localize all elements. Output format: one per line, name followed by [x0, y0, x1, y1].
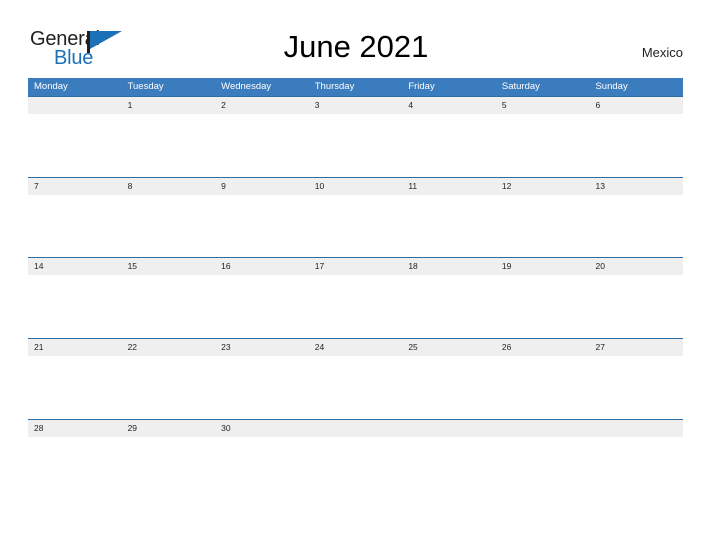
weekday-header-row: Monday Tuesday Wednesday Thursday Friday…	[28, 78, 683, 96]
week-note-area	[28, 275, 683, 339]
weekday-header-sunday: Sunday	[595, 81, 628, 92]
day-number[interactable]: 21	[28, 339, 122, 356]
week-row: 28 29 30	[28, 418, 683, 500]
day-note-cell[interactable]	[589, 195, 683, 258]
week-date-strip: 1 2 3 4 5 6	[28, 97, 683, 114]
day-note-cell[interactable]	[402, 356, 496, 419]
day-note-cell[interactable]	[215, 275, 309, 338]
day-note-cell[interactable]	[309, 356, 403, 419]
day-note-cell[interactable]	[122, 275, 216, 338]
weekday-header-monday: Monday	[34, 81, 68, 92]
day-number[interactable]: 26	[496, 339, 590, 356]
day-number[interactable]: 3	[309, 97, 403, 114]
day-note-cell[interactable]	[122, 195, 216, 258]
day-number[interactable]: 5	[496, 97, 590, 114]
day-number[interactable]: 23	[215, 339, 309, 356]
day-note-cell[interactable]	[28, 356, 122, 419]
day-note-cell[interactable]	[402, 275, 496, 338]
day-number[interactable]	[589, 420, 683, 437]
day-number[interactable]: 27	[589, 339, 683, 356]
day-note-cell[interactable]	[496, 437, 590, 500]
day-note-cell[interactable]	[589, 114, 683, 177]
day-note-cell[interactable]	[122, 437, 216, 500]
week-row: 14 15 16 17 18 19 20	[28, 257, 683, 339]
day-number[interactable]: 4	[402, 97, 496, 114]
calendar-grid: Monday Tuesday Wednesday Thursday Friday…	[28, 78, 683, 500]
day-number[interactable]: 7	[28, 178, 122, 195]
day-number[interactable]: 24	[309, 339, 403, 356]
day-number[interactable]: 1	[122, 97, 216, 114]
day-note-cell[interactable]	[402, 437, 496, 500]
day-note-cell[interactable]	[309, 275, 403, 338]
week-row: 1 2 3 4 5 6	[28, 96, 683, 177]
day-number[interactable]	[309, 420, 403, 437]
day-note-cell[interactable]	[402, 195, 496, 258]
weekday-header-tuesday: Tuesday	[127, 81, 164, 92]
week-note-area	[28, 356, 683, 420]
day-number[interactable]	[402, 420, 496, 437]
day-number[interactable]: 25	[402, 339, 496, 356]
day-number[interactable]: 15	[122, 258, 216, 275]
day-note-cell[interactable]	[496, 195, 590, 258]
day-note-cell[interactable]	[309, 195, 403, 258]
day-note-cell[interactable]	[589, 356, 683, 419]
week-date-strip: 21 22 23 24 25 26 27	[28, 339, 683, 357]
day-number[interactable]: 12	[496, 178, 590, 195]
week-note-area	[28, 114, 683, 177]
weekday-header-thursday: Thursday	[314, 81, 355, 92]
day-number[interactable]: 18	[402, 258, 496, 275]
weekday-header-friday: Friday	[408, 81, 435, 92]
day-note-cell[interactable]	[122, 356, 216, 419]
day-note-cell[interactable]	[402, 114, 496, 177]
day-number[interactable]: 17	[309, 258, 403, 275]
day-number[interactable]: 16	[215, 258, 309, 275]
day-number[interactable]: 14	[28, 258, 122, 275]
day-note-cell[interactable]	[309, 114, 403, 177]
week-date-strip: 14 15 16 17 18 19 20	[28, 258, 683, 276]
day-note-cell[interactable]	[122, 114, 216, 177]
day-number[interactable]: 13	[589, 178, 683, 195]
day-number[interactable]: 8	[122, 178, 216, 195]
weekday-header-wednesday: Wednesday	[221, 81, 272, 92]
day-note-cell[interactable]	[589, 275, 683, 338]
day-note-cell[interactable]	[28, 437, 122, 500]
day-number[interactable]: 30	[215, 420, 309, 437]
day-note-cell[interactable]	[309, 437, 403, 500]
day-number[interactable]: 29	[122, 420, 216, 437]
day-note-cell[interactable]	[589, 437, 683, 500]
week-date-strip: 7 8 9 10 11 12 13	[28, 177, 683, 195]
week-row: 21 22 23 24 25 26 27	[28, 338, 683, 420]
day-number[interactable]: 11	[402, 178, 496, 195]
day-number[interactable]: 28	[28, 420, 122, 437]
week-note-area	[28, 194, 683, 258]
day-number[interactable]: 6	[589, 97, 683, 114]
page-title: June 2021	[283, 29, 429, 64]
day-note-cell[interactable]	[215, 114, 309, 177]
day-note-cell[interactable]	[496, 356, 590, 419]
day-number[interactable]: 10	[309, 178, 403, 195]
day-note-cell[interactable]	[28, 275, 122, 338]
weekday-header-saturday: Saturday	[501, 81, 540, 92]
day-number[interactable]: 2	[215, 97, 309, 114]
day-note-cell[interactable]	[496, 275, 590, 338]
day-number[interactable]: 20	[589, 258, 683, 275]
week-row: 7 8 9 10 11 12 13	[28, 176, 683, 258]
page-header: General Blue June 2021 Mexico	[0, 0, 712, 76]
day-note-cell[interactable]	[215, 195, 309, 258]
day-note-cell[interactable]	[215, 356, 309, 419]
day-note-cell[interactable]	[496, 114, 590, 177]
day-number[interactable]: 19	[496, 258, 590, 275]
day-note-cell[interactable]	[28, 195, 122, 258]
day-number[interactable]	[496, 420, 590, 437]
day-note-cell[interactable]	[28, 114, 122, 177]
day-note-cell[interactable]	[215, 437, 309, 500]
day-number[interactable]: 22	[122, 339, 216, 356]
week-date-strip: 28 29 30	[28, 419, 683, 437]
week-note-area	[28, 436, 683, 500]
country-label: Mexico	[641, 45, 683, 60]
day-number[interactable]: 9	[215, 178, 309, 195]
day-number[interactable]	[28, 97, 122, 114]
